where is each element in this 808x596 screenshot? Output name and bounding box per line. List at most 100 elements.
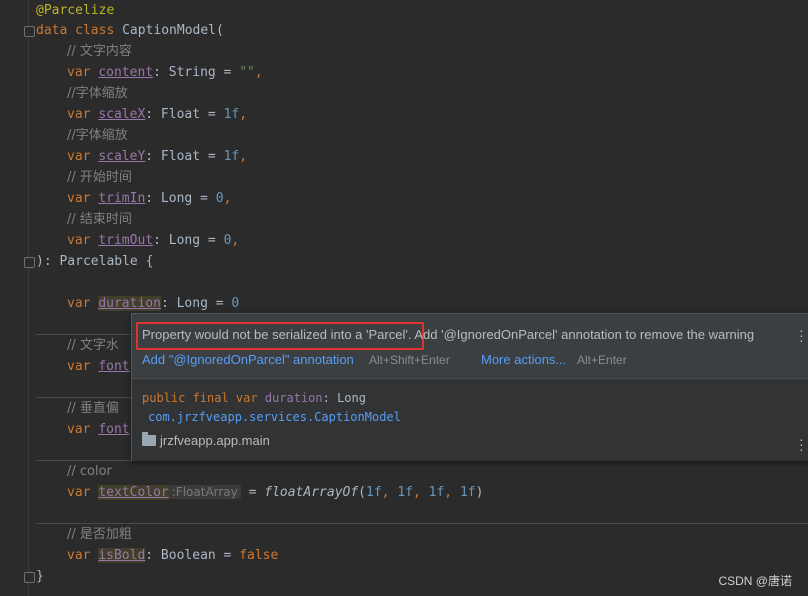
fold-marker-icon[interactable] bbox=[24, 257, 35, 268]
keyword-token: var bbox=[67, 422, 99, 437]
punct-token: , bbox=[444, 485, 460, 500]
value-token: 1f bbox=[397, 485, 413, 500]
code-editor[interactable]: @Parcelize data class CaptionModel( // 文… bbox=[0, 0, 808, 596]
code-line[interactable]: //字体缩放 bbox=[67, 125, 128, 146]
code-line[interactable]: var isBold: Boolean = false bbox=[67, 545, 278, 566]
keyword-token: var bbox=[67, 107, 99, 122]
punct-token: , bbox=[381, 485, 398, 500]
value-token: 0 bbox=[215, 191, 224, 206]
property-token: duration bbox=[264, 391, 323, 405]
comment-token: // 结束时间 bbox=[67, 212, 132, 227]
shortcut-label: Alt+Shift+Enter bbox=[369, 353, 450, 367]
value-token: 0 bbox=[231, 296, 240, 311]
method-separator bbox=[36, 523, 808, 524]
property-token: trimIn bbox=[98, 191, 146, 206]
comment-token: // color bbox=[67, 464, 112, 479]
code-line[interactable]: var trimOut: Long = 0, bbox=[67, 230, 239, 251]
property-token: scaleX bbox=[98, 107, 146, 122]
code-line[interactable]: var font bbox=[67, 356, 130, 377]
value-token: 1f bbox=[459, 485, 476, 500]
code-line[interactable]: var textColor:FloatArray = floatArrayOf(… bbox=[67, 482, 483, 503]
keyword-token: data class bbox=[36, 23, 123, 38]
code-line[interactable]: ): Parcelable { bbox=[36, 251, 153, 272]
code-line[interactable]: // 垂直偏 bbox=[67, 398, 119, 419]
code-text: } bbox=[36, 569, 44, 584]
code-line[interactable]: //字体缩放 bbox=[67, 83, 128, 104]
code-line[interactable]: var scaleY: Float = 1f, bbox=[67, 146, 247, 167]
containing-class-link[interactable]: com.jrzfveapp.services.CaptionModel bbox=[148, 410, 401, 424]
fold-marker-icon[interactable] bbox=[24, 26, 35, 37]
property-token: textColor bbox=[98, 485, 169, 500]
more-options-icon[interactable]: · · · bbox=[799, 432, 804, 456]
code-line[interactable]: // 开始时间 bbox=[67, 167, 132, 188]
code-line[interactable]: // color bbox=[67, 461, 112, 482]
code-line[interactable]: @Parcelize bbox=[36, 0, 114, 21]
watermark: CSDN @唐诺 bbox=[718, 574, 792, 588]
property-token: scaleY bbox=[98, 149, 146, 164]
value-token: 1f bbox=[223, 149, 240, 164]
property-token: trimOut bbox=[98, 233, 154, 248]
type-token: : Boolean = bbox=[145, 548, 240, 563]
modifier-token: public final var bbox=[142, 391, 265, 405]
type-token: : Float = bbox=[145, 107, 224, 122]
module-name: jrzfveapp.app.main bbox=[160, 433, 270, 448]
value-token: "" bbox=[239, 65, 255, 80]
type-token: : Long = bbox=[153, 233, 224, 248]
module-label: jrzfveapp.app.main bbox=[142, 432, 270, 448]
keyword-token: var bbox=[67, 485, 99, 500]
code-line[interactable]: var font bbox=[67, 419, 130, 440]
declaration-signature: public final var duration: Long bbox=[142, 391, 366, 405]
code-line[interactable]: // 结束时间 bbox=[67, 209, 132, 230]
gutter-divider bbox=[28, 0, 29, 596]
code-line[interactable]: var duration: Long = 0 bbox=[67, 293, 239, 314]
type-token: : Long = bbox=[160, 296, 232, 311]
keyword-token: var bbox=[67, 191, 99, 206]
keyword-token: var bbox=[67, 233, 99, 248]
more-actions-link[interactable]: More actions... bbox=[481, 352, 566, 367]
property-token: content bbox=[98, 65, 154, 80]
punct-token: , bbox=[223, 191, 232, 206]
shortcut-label: Alt+Enter bbox=[577, 353, 627, 367]
property-token: isBold bbox=[98, 548, 146, 563]
code-line[interactable]: // 文字内容 bbox=[67, 41, 132, 62]
code-text: ): Parcelable { bbox=[36, 254, 154, 269]
punct-token: , bbox=[412, 485, 429, 500]
value-token: false bbox=[239, 548, 279, 563]
type-token: : String = bbox=[153, 65, 240, 80]
property-token[interactable]: duration bbox=[98, 296, 161, 311]
value-token: 1f bbox=[366, 485, 382, 500]
punct-token: , bbox=[231, 233, 240, 248]
warning-text-highlighted: Property would not be serialized into a … bbox=[142, 327, 412, 342]
code-line[interactable]: } bbox=[36, 566, 44, 587]
class-name-token: CaptionModel( bbox=[122, 23, 224, 38]
inspection-popup: Property would not be serialized into a … bbox=[131, 313, 808, 461]
keyword-token: var bbox=[67, 548, 99, 563]
comment-token: //字体缩放 bbox=[67, 128, 128, 143]
code-line[interactable]: var scaleX: Float = 1f, bbox=[67, 104, 247, 125]
add-ignored-on-parcel-link[interactable]: Add "@IgnoredOnParcel" annotation bbox=[142, 352, 354, 367]
comment-token: // 文字内容 bbox=[67, 44, 132, 59]
code-line[interactable]: var trimIn: Long = 0, bbox=[67, 188, 231, 209]
code-line[interactable]: // 文字水 bbox=[67, 335, 119, 356]
fold-marker-icon[interactable] bbox=[24, 572, 35, 583]
type-token: : Long = bbox=[145, 191, 216, 206]
value-token: 1f bbox=[223, 107, 240, 122]
code-line[interactable]: // 是否加粗 bbox=[67, 524, 132, 545]
keyword-token: var bbox=[67, 296, 99, 311]
warning-text-rest: Add '@IgnoredOnParcel' annotation to rem… bbox=[411, 327, 755, 342]
code-line[interactable]: var content: String = "", bbox=[67, 62, 263, 83]
more-options-icon[interactable]: · · · bbox=[799, 323, 804, 347]
popup-documentation-section: public final var duration: Long com.jrzf… bbox=[132, 378, 808, 461]
punct-token: , bbox=[239, 149, 248, 164]
punct-token: , bbox=[254, 65, 263, 80]
type-hint: :FloatArray bbox=[168, 485, 241, 499]
keyword-token: var bbox=[67, 149, 99, 164]
punct-token: , bbox=[239, 107, 248, 122]
function-token: floatArrayOf bbox=[264, 485, 359, 500]
keyword-token: var bbox=[67, 359, 99, 374]
warning-message: Property would not be serialized into a … bbox=[142, 327, 754, 342]
value-token: 1f bbox=[428, 485, 445, 500]
code-line[interactable]: data class CaptionModel( bbox=[36, 20, 224, 41]
type-token: : Long bbox=[322, 391, 366, 405]
punct-token: ( bbox=[358, 485, 366, 500]
